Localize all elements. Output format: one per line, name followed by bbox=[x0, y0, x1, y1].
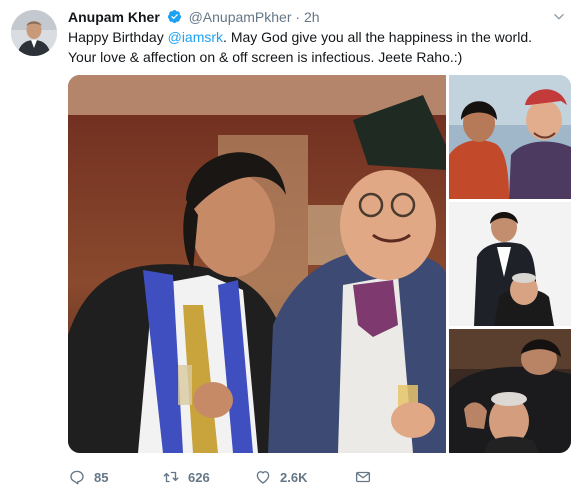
heart-icon bbox=[256, 471, 270, 484]
media-photo-middle-right[interactable] bbox=[449, 202, 571, 326]
envelope-icon bbox=[355, 471, 371, 483]
media-photo-bottom-right[interactable] bbox=[449, 329, 571, 453]
reply-count: 85 bbox=[94, 469, 109, 485]
tweet-text-prefix: Happy Birthday bbox=[68, 29, 168, 45]
photo-bottom-right-image bbox=[449, 329, 571, 453]
chevron-down-icon[interactable] bbox=[552, 10, 566, 24]
author-name[interactable]: Anupam Kher bbox=[68, 9, 160, 25]
avatar-image bbox=[11, 10, 57, 56]
direct-message-button[interactable] bbox=[354, 468, 394, 486]
photo-top-right-image bbox=[449, 75, 571, 199]
tweet-timestamp[interactable]: 2h bbox=[304, 9, 320, 25]
tweet-text-suffix: . May God give you all the happiness in … bbox=[223, 29, 532, 45]
media-grid bbox=[68, 75, 571, 453]
tweet-text-line-1: Happy Birthday @iamsrk. May God give you… bbox=[68, 27, 568, 47]
author-handle[interactable]: @AnupamPkher bbox=[189, 9, 292, 25]
like-count: 2.6K bbox=[280, 469, 308, 485]
verified-badge-icon bbox=[167, 9, 181, 24]
tweet-text: Happy Birthday @iamsrk. May God give you… bbox=[68, 27, 568, 67]
tweet-header: Anupam Kher @AnupamPkher · 2h bbox=[68, 8, 320, 26]
retweet-button[interactable]: 626 bbox=[162, 468, 254, 486]
retweet-count: 626 bbox=[188, 469, 210, 485]
separator-dot: · bbox=[295, 9, 301, 25]
reply-button[interactable]: 85 bbox=[68, 468, 162, 486]
reply-icon bbox=[70, 470, 84, 485]
tweet-actions: 85 626 2.6K bbox=[68, 465, 394, 489]
mention-link[interactable]: @iamsrk bbox=[168, 29, 223, 45]
retweet-icon bbox=[163, 471, 179, 483]
media-photo-main[interactable] bbox=[68, 75, 446, 453]
photo-main-image bbox=[68, 75, 446, 453]
media-photo-top-right[interactable] bbox=[449, 75, 571, 199]
photo-middle-right-image bbox=[449, 202, 571, 326]
tweet-text-line-2: Your love & affection on & off screen is… bbox=[68, 49, 463, 65]
avatar[interactable] bbox=[11, 10, 57, 56]
like-button[interactable]: 2.6K bbox=[254, 468, 354, 486]
